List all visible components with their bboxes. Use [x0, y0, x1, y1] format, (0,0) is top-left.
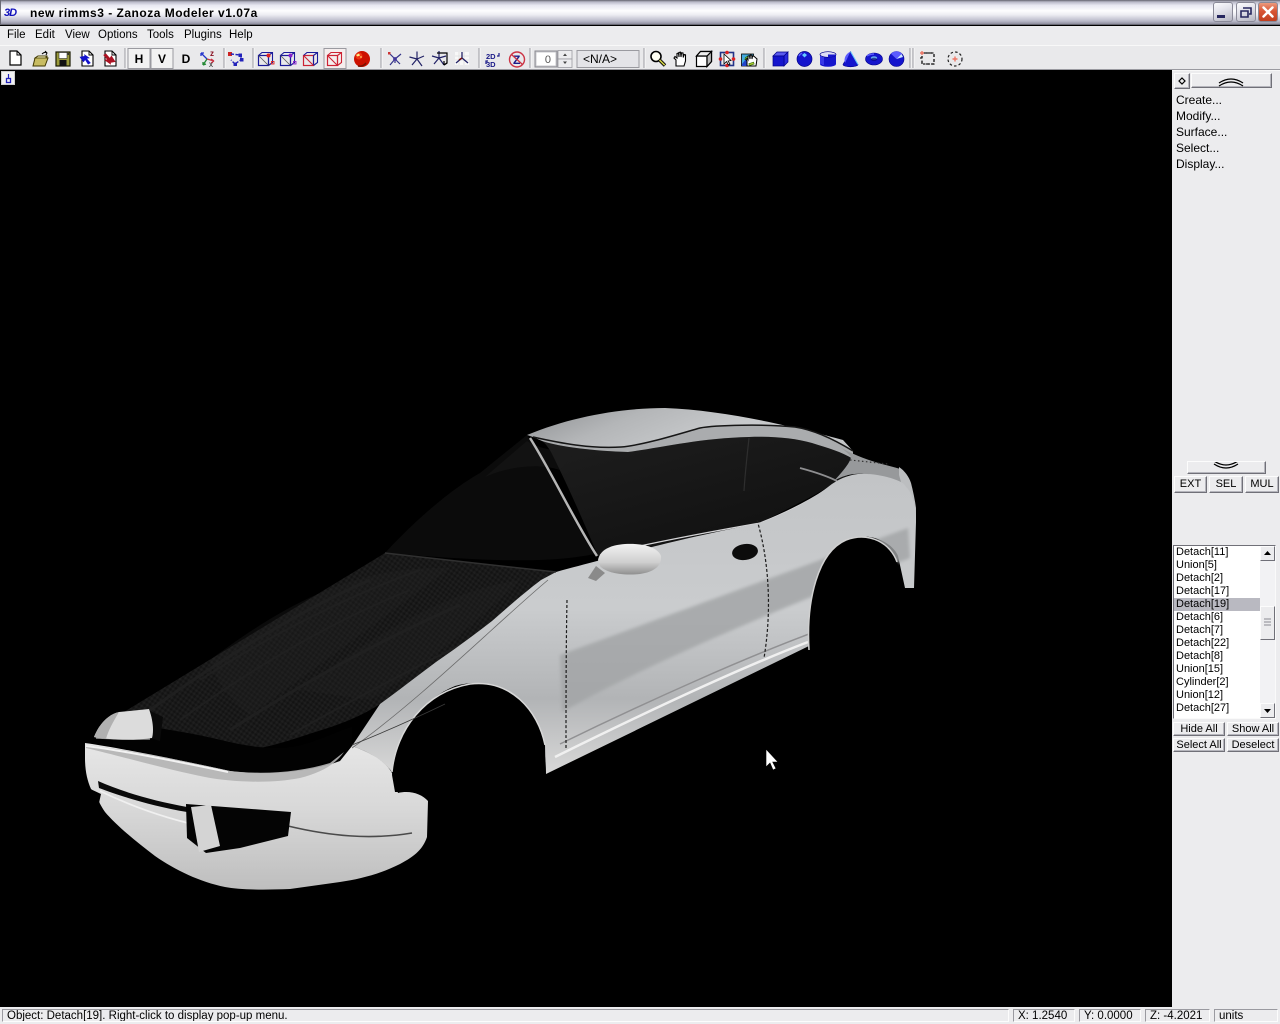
svg-text:V: V	[158, 52, 166, 66]
svg-text:z: z	[210, 49, 214, 58]
svg-text:x: x	[209, 60, 213, 69]
svg-text:D: D	[182, 52, 191, 66]
svg-text:H: H	[135, 52, 144, 66]
svg-text:0: 0	[545, 54, 551, 66]
svg-text:<N/A>: <N/A>	[583, 52, 617, 66]
